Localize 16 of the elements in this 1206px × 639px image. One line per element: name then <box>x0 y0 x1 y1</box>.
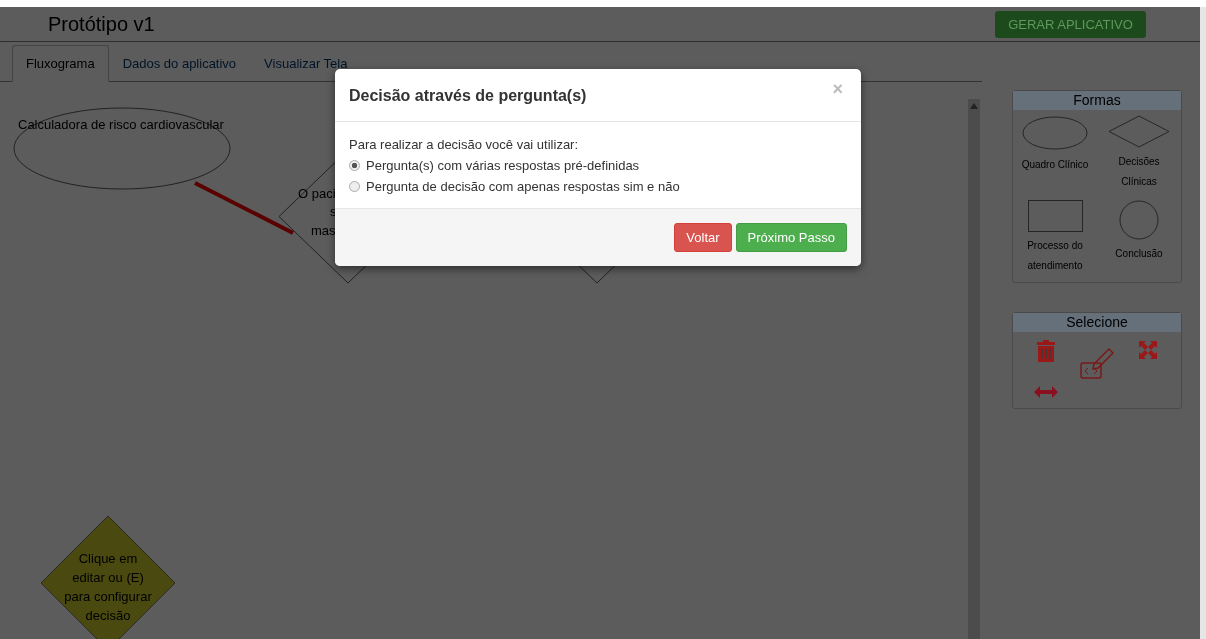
node-label: Calculadora de risco cardiovascular <box>18 117 224 132</box>
shape-label: Conclusão <box>1114 247 1164 261</box>
dialog-title: Decisão através de pergunta(s) <box>349 87 587 105</box>
shape-label: Decisões Clínicas <box>1117 155 1161 189</box>
shape-label: Processo do atendimento <box>1026 239 1084 273</box>
node-label: O paci <box>298 186 336 201</box>
panel-title: Formas <box>1013 91 1181 110</box>
node-label: Clique em <box>78 550 138 568</box>
shape-label: Quadro Clínico <box>1020 158 1090 172</box>
node-label: para configurar <box>64 588 152 606</box>
dialog-prompt: Para realizar a decisão você vai utilizar: <box>349 137 580 152</box>
app-title: Protótipo v1 <box>48 12 155 36</box>
node-label: editar ou (E) <box>72 569 144 587</box>
node-label: mas <box>311 223 336 238</box>
panel-title: Selecione <box>1013 313 1181 332</box>
node-label: decisão <box>85 607 131 625</box>
